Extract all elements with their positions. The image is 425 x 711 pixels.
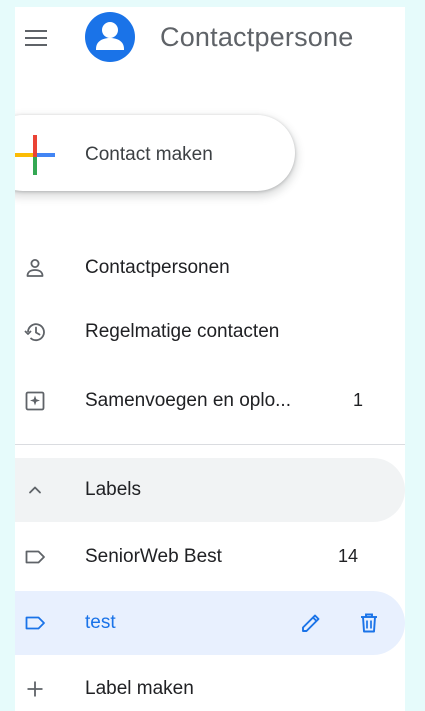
nav-item-label: Contactpersonen [85, 257, 230, 278]
nav-item-regelmatige-contacten[interactable]: Regelmatige contacten [15, 308, 405, 356]
merge-fix-icon [23, 389, 47, 413]
label-item-label: test [85, 612, 116, 633]
contacts-logo-icon[interactable] [85, 12, 135, 62]
nav-item-label: Regelmatige contacten [85, 321, 280, 342]
plus-icon [23, 677, 47, 701]
top-background-strip [15, 0, 405, 7]
left-background-stripe [0, 0, 15, 711]
label-item-label: SeniorWeb Best [85, 546, 222, 567]
labels-section-header[interactable]: Labels [15, 466, 405, 514]
label-icon [23, 545, 47, 569]
nav-item-samenvoegen[interactable]: Samenvoegen en oplo... 1 [15, 377, 405, 425]
chevron-up-icon [23, 478, 47, 502]
person-icon [23, 256, 47, 280]
nav-item-label: Samenvoegen en oplo... [85, 390, 291, 411]
delete-trash-icon[interactable] [356, 610, 382, 636]
label-item-seniorweb-best[interactable]: SeniorWeb Best 14 [15, 533, 405, 581]
right-background-stripe [405, 0, 425, 711]
hamburger-menu-icon[interactable] [25, 30, 47, 48]
multicolor-plus-icon[interactable] [15, 135, 55, 175]
contacts-sidebar: Contactpersone Contact maken Contactpers… [15, 7, 405, 711]
history-icon [23, 320, 47, 344]
app-title: Contactpersone [160, 22, 354, 52]
nav-item-contactpersonen[interactable]: Contactpersonen [15, 244, 405, 292]
edit-pencil-icon[interactable] [298, 610, 324, 636]
label-item-count: 14 [338, 546, 359, 566]
label-icon [23, 611, 47, 635]
labels-header-label: Labels [85, 479, 141, 500]
create-label-text: Label maken [85, 678, 194, 699]
nav-item-count: 1 [353, 390, 364, 410]
label-item-test[interactable]: test [15, 599, 405, 647]
section-divider [15, 444, 405, 445]
create-label-item[interactable]: Label maken [15, 665, 405, 711]
create-contact-label[interactable]: Contact maken [85, 144, 213, 166]
